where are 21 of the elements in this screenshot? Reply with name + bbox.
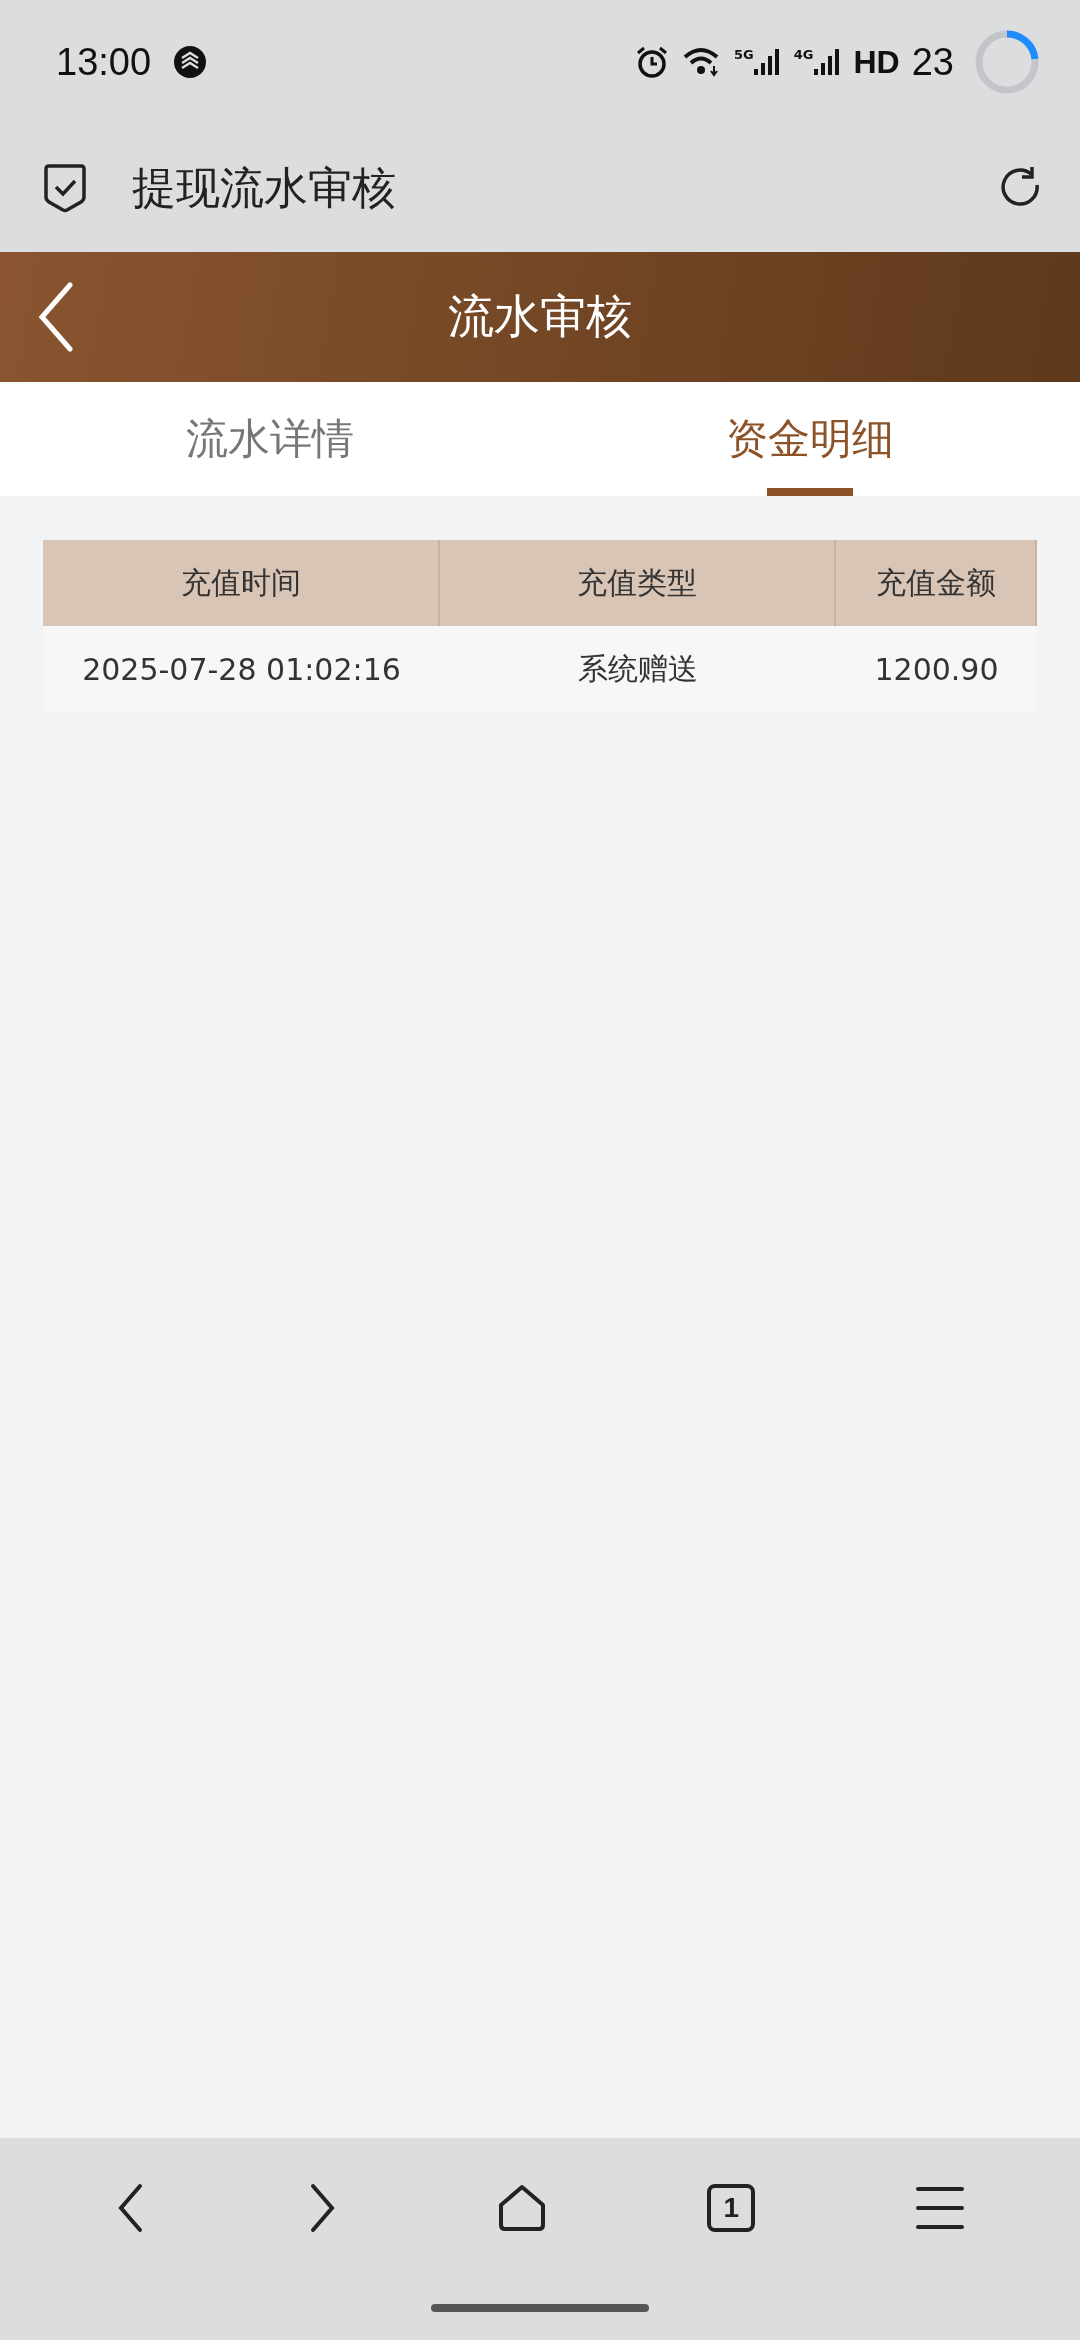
table-cell-text: 1200.90 (873, 650, 1000, 689)
carrier-icon (173, 45, 208, 79)
signal-icon (813, 47, 842, 77)
network-label: 5G (734, 47, 754, 62)
menu-icon[interactable] (915, 2186, 964, 2230)
battery-level: 23 (911, 40, 954, 84)
tabs-button[interactable]: 1 (707, 2184, 756, 2232)
header-title: 流水审核 (448, 288, 632, 345)
network-label: 4G (793, 47, 814, 62)
hd-label: HD (853, 43, 900, 81)
shield-check-icon[interactable] (42, 163, 88, 213)
signal-icon (753, 47, 782, 77)
table-cell-text: 2025-07-28 01:02:16 (81, 650, 402, 689)
table-cell-text: 系统赠送 (577, 649, 699, 688)
back-icon[interactable] (38, 282, 74, 352)
page-title: 提现流水审核 (132, 160, 397, 215)
tab[interactable]: 资金明细 (540, 382, 1080, 496)
loading-ring-icon (974, 29, 1040, 95)
tab[interactable]: 流水详情 (0, 382, 540, 496)
clock-time: 13:00 (56, 40, 152, 84)
home-icon[interactable] (496, 2183, 547, 2233)
